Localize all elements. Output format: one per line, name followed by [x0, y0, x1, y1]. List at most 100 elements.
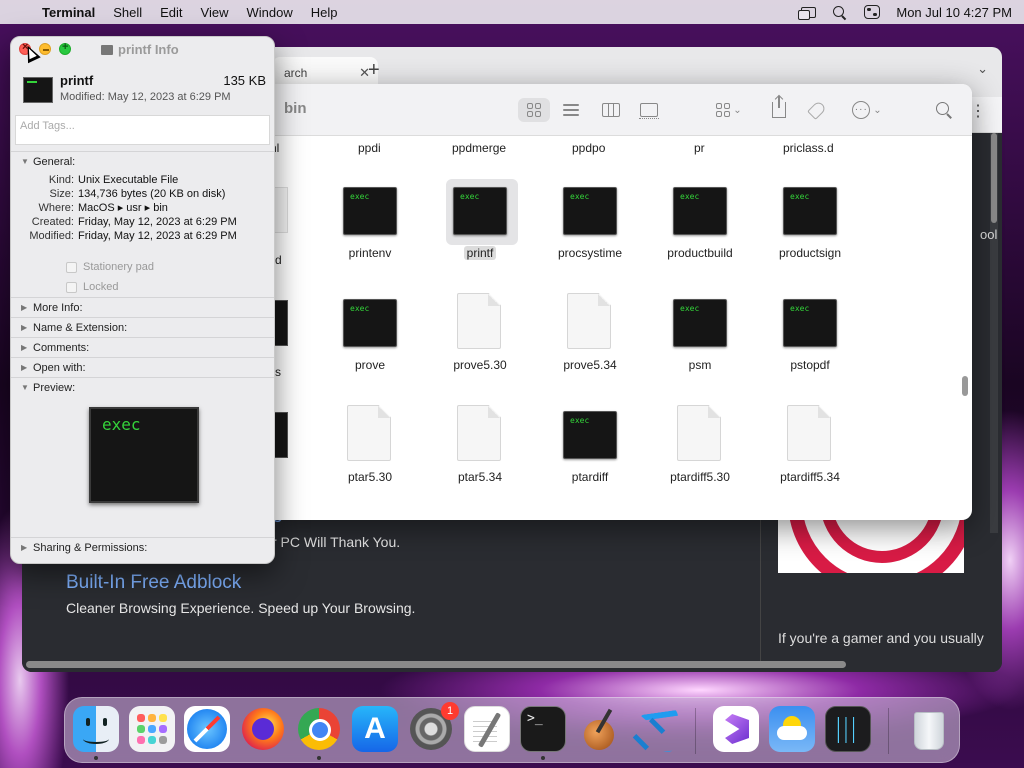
columns-icon	[602, 103, 620, 117]
dock-chrome-icon[interactable]	[296, 706, 342, 752]
file-label[interactable]: ppdmerge	[452, 141, 506, 155]
file-item-pstopdf[interactable]: exec pstopdf	[755, 289, 865, 399]
file-label-text: ptar5.30	[347, 470, 393, 484]
dock-trash-icon[interactable]	[905, 706, 951, 752]
finder-scroll-thumb[interactable]	[962, 376, 968, 396]
menu-view[interactable]: View	[201, 5, 229, 20]
dock-firefox-icon[interactable]	[240, 706, 286, 752]
share-button[interactable]	[766, 96, 792, 122]
list-view-button[interactable]	[556, 98, 586, 122]
file-item-prove[interactable]: exec prove	[315, 289, 425, 399]
section-name-extension[interactable]: ▶ Name & Extension:	[11, 317, 274, 337]
exec-icon-text: exec	[460, 192, 480, 201]
file-item-productsign[interactable]: exec productsign	[755, 177, 865, 287]
file-item-ptar5-30[interactable]: ptar5.30	[315, 401, 425, 511]
file-label[interactable]: ppdpo	[572, 141, 605, 155]
file-item-procsystime[interactable]: exec procsystime	[535, 177, 645, 287]
dock-terminal-icon[interactable]: >_	[520, 706, 566, 752]
menu-window[interactable]: Window	[247, 5, 293, 20]
file-label: ptar5.34	[425, 470, 535, 484]
kv-key: Where:	[38, 202, 74, 214]
section-general[interactable]: ▼ General:	[11, 151, 274, 171]
file-label: ptardiff5.34	[755, 470, 865, 484]
dock-app-store-icon[interactable]: A	[352, 706, 398, 752]
adblock-heading-link[interactable]: Built-In Free Adblock	[66, 572, 241, 594]
browser-menu-kebab-icon[interactable]: ⋮	[970, 101, 986, 121]
file-label: prove5.34	[535, 358, 645, 372]
exec-file-icon: exec	[453, 187, 507, 235]
browser-horizontal-scrollbar[interactable]	[26, 661, 846, 668]
column-view-button[interactable]	[596, 98, 626, 122]
spotlight-search-icon[interactable]	[832, 5, 848, 19]
file-label-partial[interactable]: s	[275, 365, 281, 379]
section-sharing-permissions[interactable]: ▶ Sharing & Permissions:	[11, 537, 274, 557]
control-center-icon[interactable]	[864, 5, 881, 19]
file-item-ptardiff[interactable]: exec ptardiff	[535, 401, 645, 511]
file-label[interactable]: pr	[694, 141, 705, 155]
file-item-psm[interactable]: exec psm	[645, 289, 755, 399]
section-comments[interactable]: ▶ Comments:	[11, 337, 274, 357]
window-minimize-button[interactable]	[39, 43, 51, 55]
dock-weather-icon[interactable]	[769, 706, 815, 752]
dock-vscode-icon[interactable]	[632, 706, 678, 752]
section-open-with[interactable]: ▶ Open with:	[11, 357, 274, 377]
file-label[interactable]: priclass.d	[783, 141, 834, 155]
tags-button[interactable]	[804, 98, 830, 122]
browser-vertical-scrollbar[interactable]	[990, 133, 998, 533]
dock-safari-icon[interactable]	[184, 706, 230, 752]
file-item-ptardiff5-34[interactable]: ptardiff5.34	[755, 401, 865, 511]
dock-finder-icon[interactable]	[73, 706, 119, 752]
menu-app-terminal[interactable]: Terminal	[42, 5, 95, 20]
gallery-view-button[interactable]	[634, 98, 664, 122]
dock-launchpad-icon[interactable]	[129, 706, 175, 752]
file-item-prove5-30[interactable]: prove5.30	[425, 289, 535, 399]
icon-view-button[interactable]	[518, 98, 550, 122]
finder-search-button[interactable]	[932, 98, 956, 122]
file-label-text: productbuild	[667, 246, 733, 260]
stationery-pad-checkbox[interactable]: Stationery pad	[66, 257, 274, 277]
file-label-partial[interactable]: d	[275, 253, 282, 267]
action-menu-button[interactable]: ··· ⌄	[846, 98, 888, 122]
tab-list-chevron-down-icon[interactable]: ⌄	[977, 61, 988, 77]
group-by-button[interactable]: ⌄	[708, 98, 750, 122]
section-general-label: General:	[33, 155, 76, 168]
exec-icon-text: exec	[350, 192, 370, 201]
file-label: printf	[425, 246, 535, 260]
info-header: printf 135 KB Modified: May 12, 2023 at …	[11, 63, 274, 115]
notification-badge: 1	[441, 702, 459, 720]
menubar-clock[interactable]: Mon Jul 10 4:27 PM	[896, 5, 1012, 20]
created-row: Created: Friday, May 12, 2023 at 6:29 PM	[11, 215, 274, 229]
file-item-ptar5-34[interactable]: ptar5.34	[425, 401, 535, 511]
section-preview[interactable]: ▼ Preview:	[11, 377, 274, 397]
file-item-prove5-34[interactable]: prove5.34	[535, 289, 645, 399]
new-tab-plus-icon[interactable]: +	[368, 59, 380, 82]
dock-instruments-icon[interactable]	[576, 706, 622, 752]
dock-activity-monitor-icon[interactable]	[825, 706, 871, 752]
exec-preview-icon: exec	[89, 407, 199, 503]
promo-image[interactable]	[778, 517, 964, 573]
dock-visual-studio-icon[interactable]	[713, 706, 759, 752]
file-item-printf[interactable]: exec printf	[425, 177, 535, 287]
kv-key: Created:	[31, 216, 74, 228]
exec-file-icon	[101, 44, 113, 55]
tags-input[interactable]: Add Tags...	[15, 115, 270, 145]
dock-textedit-icon[interactable]	[464, 706, 510, 752]
search-icon	[936, 102, 952, 118]
file-item-productbuild[interactable]: exec productbuild	[645, 177, 755, 287]
menu-shell[interactable]: Shell	[113, 5, 142, 20]
window-zoom-button[interactable]	[59, 41, 71, 55]
exec-file-icon: exec	[673, 299, 727, 347]
file-item-printenv[interactable]: exec printenv	[315, 177, 425, 287]
screen-mirroring-icon[interactable]	[798, 6, 817, 20]
section-more-info[interactable]: ▶ More Info:	[11, 297, 274, 317]
section-label: Comments:	[33, 341, 90, 354]
locked-checkbox[interactable]: Locked	[66, 277, 274, 297]
file-item-ptardiff5-30[interactable]: ptardiff5.30	[645, 401, 755, 511]
disclosure-down-icon: ▼	[21, 383, 29, 392]
file-label[interactable]: ppdi	[358, 141, 381, 155]
document-file-icon	[457, 293, 501, 349]
menu-help[interactable]: Help	[311, 5, 338, 20]
file-label: ptar5.30	[315, 470, 425, 484]
menu-edit[interactable]: Edit	[160, 5, 182, 20]
file-label: ptardiff	[535, 470, 645, 484]
